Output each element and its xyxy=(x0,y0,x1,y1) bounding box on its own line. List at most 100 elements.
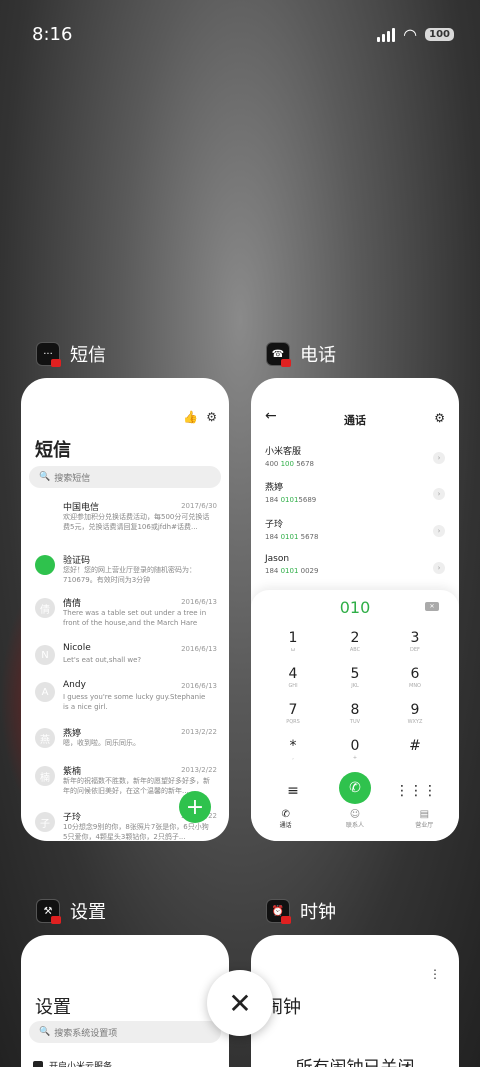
key-letters: , xyxy=(292,755,294,761)
contact-row[interactable]: 小米客服 400 100 5678 › xyxy=(265,444,445,478)
list-item[interactable]: 中国电信 2017/6/30 欢迎参加积分兑换话费活动，每500分可兑换话费5元，兑… xyxy=(35,500,217,540)
list-item[interactable]: N Nicole 2016/6/13 Let's eat out,shall we? xyxy=(35,643,217,683)
close-all-button[interactable]: ✕ xyxy=(207,970,273,1036)
list-item[interactable]: 燕燕婷 2013/2/22 嗯，收到啦。同乐同乐。 xyxy=(35,726,217,766)
key-digit: 4 xyxy=(288,666,298,682)
phone-card[interactable]: ← 通话 ⚙ 小米客服 400 100 5678 › 燕婷 184 01015689 › 子… xyxy=(251,378,459,841)
backspace-icon[interactable]: ✕ xyxy=(425,602,439,611)
key-digit: 1 xyxy=(288,630,298,646)
number-part: 184 xyxy=(265,533,281,541)
list-item[interactable]: 验证码 您好！您的网上营业厅登录的随机密码为：710679。有效时间为3分钟 xyxy=(35,553,217,593)
number-part: 5678 xyxy=(293,460,315,468)
key-letters: PQRS xyxy=(286,719,300,725)
wifi-icon: ◠ xyxy=(403,24,418,44)
key-letters: ABC xyxy=(349,647,361,653)
number-part: 0101 xyxy=(280,496,299,504)
call-button[interactable]: ✆ xyxy=(339,772,371,804)
chevron-right-icon[interactable]: › xyxy=(433,488,445,500)
chevron-right-icon[interactable]: › xyxy=(433,562,445,574)
key-letters: WXYZ xyxy=(407,719,423,725)
settings-card[interactable]: 设置 🔍 搜索系统设置项 开启小米云服务 xyxy=(21,935,229,1067)
gear-icon[interactable]: ⚙ xyxy=(206,410,217,424)
key-letters: MNO xyxy=(409,683,421,689)
key-digit: * xyxy=(289,738,297,754)
key-letters: TUV xyxy=(349,719,361,725)
dial-key[interactable]: 0 + xyxy=(335,738,375,761)
clock-card[interactable]: ⋮ 闹钟 所有闹钟已关闭 xyxy=(251,935,459,1067)
avatar: 燕 xyxy=(35,728,55,748)
key-letters: JKL xyxy=(351,683,359,689)
message-body: Let's eat out,shall we? xyxy=(63,656,142,664)
dial-key[interactable]: 9 WXYZ xyxy=(395,702,435,725)
status-time: 8:16 xyxy=(32,23,73,45)
thumb-icon[interactable]: 👍 xyxy=(183,410,198,424)
phone-app-icon: ☎ xyxy=(266,342,291,367)
message-name: Nicole xyxy=(63,643,91,653)
dial-key[interactable]: 3 DEF xyxy=(395,630,435,653)
dial-key[interactable]: 2 ABC xyxy=(335,630,375,653)
tab-contacts[interactable]: ☺ 联系人 xyxy=(330,809,380,837)
search-input[interactable]: 🔍 搜索短信 xyxy=(29,466,221,488)
avatar: 倩 xyxy=(35,598,55,618)
list-item[interactable]: 倩倩倩 2016/6/13 There was a table set out un… xyxy=(35,596,217,636)
page-title: 通话 xyxy=(344,414,366,427)
contact-name: 燕婷 xyxy=(265,483,284,493)
dial-key[interactable]: 8 TUV xyxy=(335,702,375,725)
sms-app-icon: ··· xyxy=(36,342,61,367)
sms-card[interactable]: 👍 ⚙ 短信 🔍 搜索短信 中国电信 2017/6/30 欢迎参加积分兑换话费活动，… xyxy=(21,378,229,841)
contact-row[interactable]: 子玲 184 0101 5678 › xyxy=(265,517,445,551)
search-icon: 🔍 xyxy=(39,1027,51,1037)
chat-icon xyxy=(35,555,55,575)
status-bar: 8:16 ◠ 100 xyxy=(32,18,454,50)
dial-key[interactable]: *, xyxy=(273,738,313,761)
message-body: I guess you're some lucky guy.Stephanie … xyxy=(63,693,206,711)
dial-key[interactable]: 7 PQRS xyxy=(273,702,313,725)
message-body: 您好！您的网上营业厅登录的随机密码为：710679。有效时间为3分钟 xyxy=(63,566,196,584)
settings-item[interactable]: 开启小米云服务 xyxy=(33,1059,112,1067)
telecom-logo-icon xyxy=(35,502,55,522)
tab-hall[interactable]: ▤ 营业厅 xyxy=(399,809,449,837)
list-item[interactable]: A Andy 2016/6/13 I guess you're some lucky … xyxy=(35,680,217,720)
app-label-settings[interactable]: ⚒ 设置 xyxy=(36,898,106,924)
message-date: 2016/6/13 xyxy=(181,598,217,606)
avatar: A xyxy=(35,682,55,702)
tab-calls[interactable]: ✆ 通话 xyxy=(261,809,311,837)
app-name: 时钟 xyxy=(300,902,336,923)
contact-name: Jason xyxy=(265,554,290,564)
contact-name: 小米客服 xyxy=(265,447,302,457)
app-label-clock[interactable]: ⏰ 时钟 xyxy=(266,898,336,924)
contact-row[interactable]: 燕婷 184 01015689 › xyxy=(265,480,445,514)
contact-number: 400 100 5678 xyxy=(265,460,445,468)
dialpad-toggle-icon[interactable]: ⋮⋮⋮ xyxy=(395,780,437,799)
person-icon: ☺ xyxy=(349,809,361,820)
key-digit: 7 xyxy=(288,702,298,718)
app-label-sms[interactable]: ··· 短信 xyxy=(36,341,106,367)
menu-icon[interactable]: ≡ xyxy=(273,780,313,799)
empty-state-text: 所有闹钟已关闭 xyxy=(251,1053,459,1067)
avatar: 子 xyxy=(35,812,55,832)
key-digit: 2 xyxy=(350,630,360,646)
dial-key[interactable]: 1ω xyxy=(273,630,313,653)
contact-number: 184 0101 0029 xyxy=(265,567,445,575)
signal-icon xyxy=(377,26,396,42)
store-icon: ▤ xyxy=(419,809,430,820)
chevron-right-icon[interactable]: › xyxy=(433,525,445,537)
dial-key[interactable]: 6 MNO xyxy=(395,666,435,689)
page-title: 短信 xyxy=(35,440,71,461)
battery-icon: 100 xyxy=(425,27,454,41)
dial-key[interactable]: 5 JKL xyxy=(335,666,375,689)
key-digit: 5 xyxy=(350,666,360,682)
gear-icon[interactable]: ⚙ xyxy=(434,411,445,425)
contact-row[interactable]: Jason 184 0101 0029 › xyxy=(265,554,445,588)
dial-key[interactable]: # xyxy=(395,738,435,755)
contact-number: 184 01015689 xyxy=(265,496,445,504)
dial-key[interactable]: 4 GHI xyxy=(273,666,313,689)
bottom-tab-bar: ✆ 通话 ☺ 联系人 ▤ 营业厅 xyxy=(251,809,459,837)
chevron-right-icon[interactable]: › xyxy=(433,452,445,464)
new-message-button[interactable]: + xyxy=(179,791,211,823)
app-label-phone[interactable]: ☎ 电话 xyxy=(266,341,336,367)
search-input[interactable]: 🔍 搜索系统设置项 xyxy=(29,1021,221,1043)
more-icon[interactable]: ⋮ xyxy=(429,967,441,981)
message-date: 2017/6/30 xyxy=(181,502,217,510)
message-body: 欢迎参加积分兑换话费活动，每500分可兑换话费5元，兑换话费请回复106或jfd… xyxy=(63,513,210,531)
